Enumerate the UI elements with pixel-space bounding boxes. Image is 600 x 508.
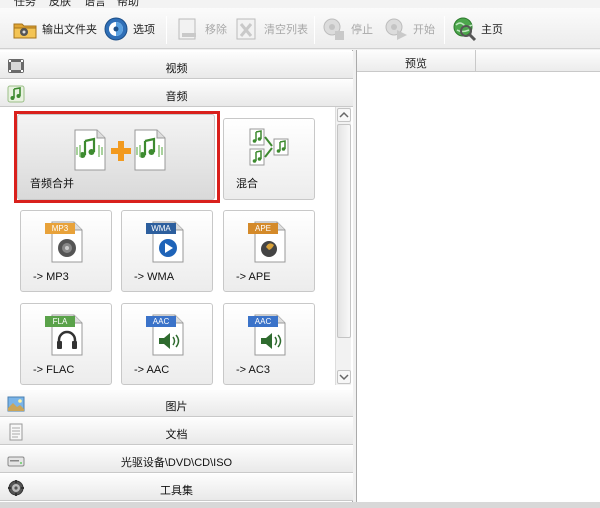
stop-icon bbox=[321, 16, 347, 42]
menu-bar: 任务 皮肤 语言 帮助 bbox=[0, 0, 600, 8]
options-icon bbox=[103, 16, 129, 42]
wma-badge: WMA bbox=[146, 223, 176, 234]
home-label: 主页 bbox=[481, 24, 503, 36]
scroll-up-button[interactable] bbox=[337, 108, 351, 122]
category-picture[interactable]: 图片 bbox=[0, 389, 353, 417]
tile-mp3-label: -> MP3 bbox=[33, 271, 69, 283]
tile-flac-label: -> FLAC bbox=[33, 364, 75, 376]
selection-highlight bbox=[14, 111, 220, 203]
menu-item-skin[interactable]: 皮肤 bbox=[49, 0, 71, 8]
stop-label: 停止 bbox=[351, 24, 373, 36]
tile-mp3[interactable]: MP3 -> MP3 bbox=[20, 210, 112, 292]
toolbar-separator bbox=[314, 16, 315, 44]
stop-button[interactable]: 停止 bbox=[321, 14, 373, 44]
tile-mix-label: 混合 bbox=[236, 178, 258, 190]
category-document[interactable]: 文档 bbox=[0, 417, 353, 445]
home-globe-icon bbox=[451, 16, 477, 42]
category-picture-label: 图片 bbox=[165, 401, 188, 413]
clear-list-label: 清空列表 bbox=[264, 24, 308, 36]
category-rom-device-label: 光驱设备\DVD\CD\ISO bbox=[120, 457, 233, 469]
tiles-scrollbar[interactable] bbox=[335, 107, 351, 385]
aac-badge: AAC bbox=[146, 316, 176, 327]
category-video-label: 视频 bbox=[165, 63, 188, 75]
toolbar-separator bbox=[166, 16, 167, 44]
remove-label: 移除 bbox=[205, 24, 227, 36]
category-tools-label: 工具集 bbox=[160, 485, 193, 497]
ape-badge: APE bbox=[248, 223, 278, 234]
clear-list-button[interactable]: 清空列表 bbox=[234, 14, 308, 44]
scroll-down-button[interactable] bbox=[337, 370, 351, 384]
category-document-label: 文档 bbox=[165, 429, 188, 441]
column-separator[interactable] bbox=[475, 50, 476, 72]
home-button[interactable]: 主页 bbox=[451, 14, 503, 44]
output-folder-label: 输出文件夹 bbox=[42, 24, 97, 36]
tile-wma-label: -> WMA bbox=[134, 271, 175, 283]
toolbar: 输出文件夹 选项 移除 清空列表 停止 开始 主页 bbox=[0, 8, 600, 49]
menu-item-task[interactable]: 任务 bbox=[14, 0, 36, 8]
category-tools[interactable]: 工具集 bbox=[0, 473, 353, 501]
tile-ac3-label: -> AC3 bbox=[236, 364, 270, 376]
remove-icon bbox=[175, 16, 201, 42]
menu-item-language[interactable]: 语言 bbox=[84, 0, 106, 8]
tile-flac[interactable]: FLA -> FLAC bbox=[20, 303, 112, 385]
mp3-badge: MP3 bbox=[45, 223, 75, 234]
start-icon bbox=[383, 16, 409, 42]
tile-wma[interactable]: WMA -> WMA bbox=[121, 210, 213, 292]
toolbar-separator bbox=[444, 16, 445, 44]
tile-mix[interactable]: 混合 bbox=[223, 118, 315, 200]
preview-header-label[interactable]: 预览 bbox=[357, 55, 475, 71]
status-strip bbox=[0, 502, 600, 508]
mix-icon bbox=[248, 127, 292, 167]
output-folder-button[interactable]: 输出文件夹 bbox=[12, 14, 97, 44]
menu-item-help[interactable]: 帮助 bbox=[117, 0, 139, 8]
remove-button[interactable]: 移除 bbox=[175, 14, 227, 44]
options-button[interactable]: 选项 bbox=[103, 14, 155, 44]
tile-ape-label: -> APE bbox=[236, 271, 271, 283]
tile-ac3[interactable]: AAC -> AC3 bbox=[223, 303, 315, 385]
tile-ape[interactable]: APE -> APE bbox=[223, 210, 315, 292]
scroll-thumb[interactable] bbox=[337, 124, 351, 338]
category-video[interactable]: 视频 bbox=[0, 51, 353, 79]
clear-list-icon bbox=[234, 16, 260, 42]
preview-header: 预览 bbox=[357, 50, 600, 72]
category-audio[interactable]: 音频 bbox=[0, 79, 353, 107]
category-audio-label: 音频 bbox=[165, 91, 188, 103]
options-label: 选项 bbox=[133, 24, 155, 36]
folder-icon bbox=[12, 16, 38, 42]
flac-badge: FLA bbox=[45, 316, 75, 327]
category-rom-device[interactable]: 光驱设备\DVD\CD\ISO bbox=[0, 445, 353, 473]
ac3-badge: AAC bbox=[248, 316, 278, 327]
tile-aac-label: -> AAC bbox=[134, 364, 170, 376]
start-button[interactable]: 开始 bbox=[383, 14, 435, 44]
preview-panel: 预览 bbox=[356, 50, 600, 502]
tile-aac[interactable]: AAC -> AAC bbox=[121, 303, 213, 385]
start-label: 开始 bbox=[413, 24, 435, 36]
